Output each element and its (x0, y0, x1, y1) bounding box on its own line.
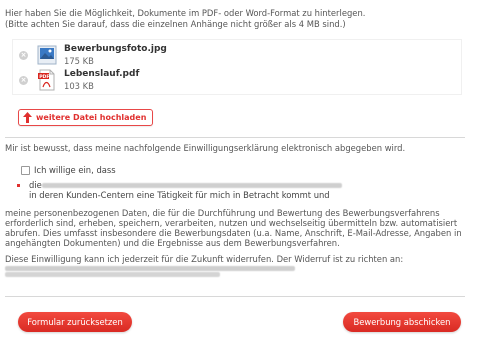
redacted-company-name (42, 183, 342, 188)
instructions-line-2: (Bitte achten Sie darauf, dass die einze… (5, 19, 346, 29)
consent-checkbox[interactable] (21, 166, 30, 175)
upload-arrow-icon (23, 112, 32, 123)
reset-form-button[interactable]: Formular zurücksetzen (18, 312, 132, 332)
svg-text:PDF: PDF (39, 74, 49, 80)
remove-attachment-icon[interactable]: × (19, 76, 28, 85)
remove-attachment-icon[interactable]: × (19, 51, 28, 60)
image-file-icon (37, 45, 57, 65)
attachment-item: × PDF Lebenslauf.pdf 103 KB (13, 68, 461, 94)
revocation-text: Diese Einwilligung kann ich jederzeit fü… (5, 254, 404, 264)
pdf-file-icon: PDF (38, 69, 55, 91)
consent-body: meine personenbezogenen Daten, die für d… (5, 208, 475, 248)
consent-body-line: angehängten Dokumenten) und die Ergebnis… (5, 238, 340, 248)
attachment-item: × Bewerbungsfoto.jpg 175 KB (13, 43, 461, 69)
consent-body-line: erforderlich sind, erheben, speichern, v… (5, 218, 458, 228)
section-divider (5, 137, 465, 138)
attachment-filename: Bewerbungsfoto.jpg (64, 44, 167, 54)
redacted-address-line (5, 272, 220, 277)
redacted-address-line (5, 266, 295, 271)
attachment-filesize: 175 KB (64, 56, 94, 66)
consent-kunden-text: in deren Kunden-Centern eine Tätigkeit f… (29, 190, 330, 200)
submit-application-button[interactable]: Bewerbung abschicken (343, 312, 461, 332)
instructions-line-1: Hier haben Sie die Möglichkeit, Dokument… (5, 8, 366, 18)
consent-body-line: meine personenbezogenen Daten, die für d… (5, 208, 440, 218)
attachment-filename: Lebenslauf.pdf (64, 69, 140, 79)
required-marker (17, 184, 20, 187)
application-form: Hier haben Sie die Möglichkeit, Dokument… (0, 0, 480, 360)
consent-intro: Mir ist bewusst, dass meine nachfolgende… (5, 143, 406, 153)
upload-more-label: weitere Datei hochladen (36, 113, 147, 122)
upload-more-button[interactable]: weitere Datei hochladen (18, 109, 154, 126)
attachment-filesize: 103 KB (64, 81, 94, 91)
section-divider (5, 296, 465, 297)
consent-body-line: abrufen. Dies umfasst insbesondere die B… (5, 228, 462, 238)
attachments-list: × Bewerbungsfoto.jpg 175 KB × PDF Lebens… (12, 39, 462, 95)
consent-checkbox-label[interactable]: Ich willige ein, dass (34, 165, 116, 175)
upload-instructions: Hier haben Sie die Möglichkeit, Dokument… (5, 8, 475, 30)
consent-die-label: die (29, 180, 42, 190)
